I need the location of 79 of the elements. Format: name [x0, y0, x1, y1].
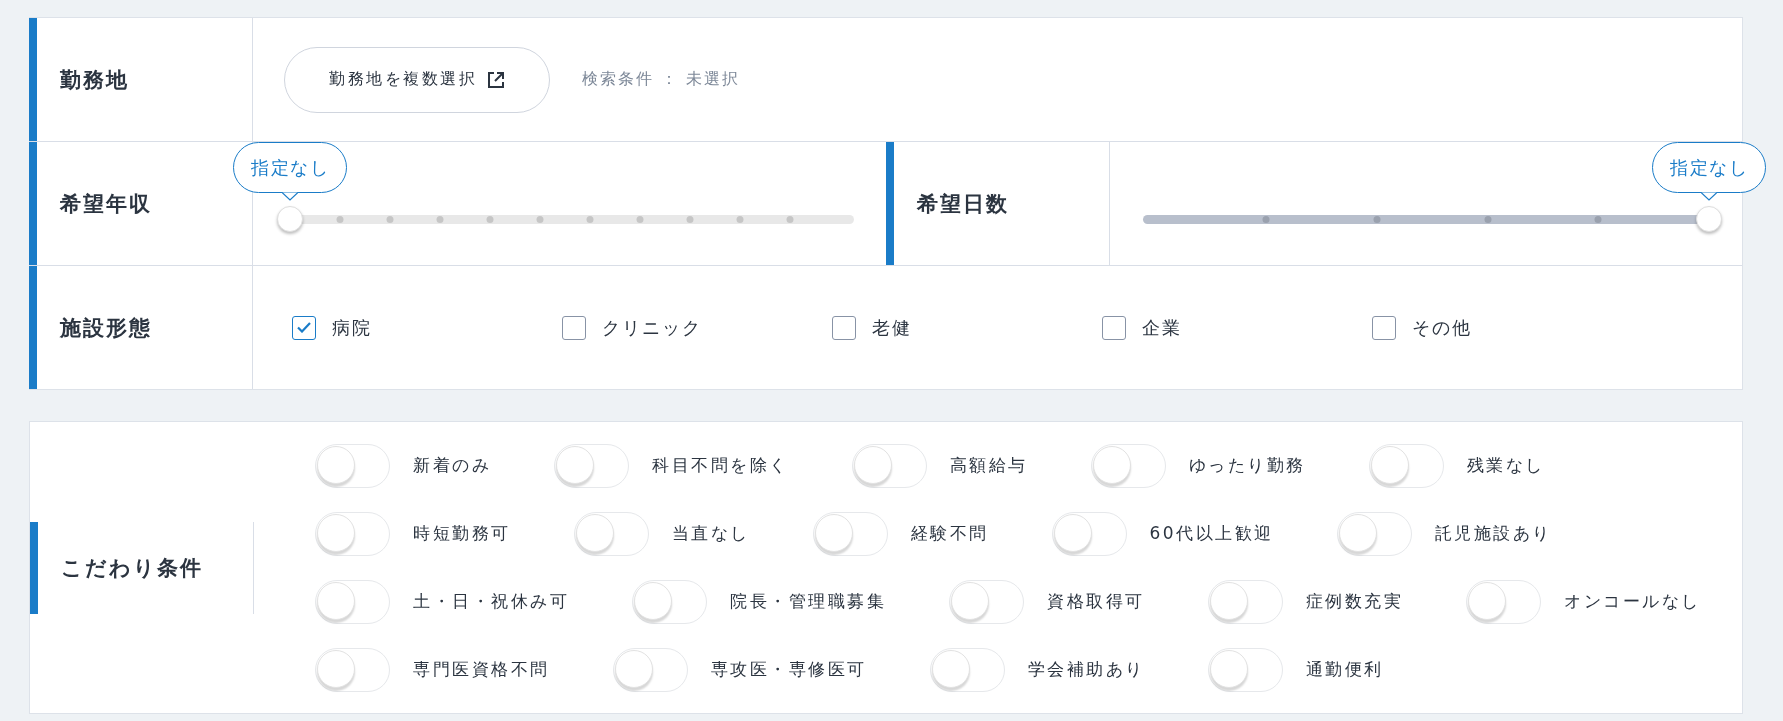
toggle-label[interactable]: 資格取得可 [1047, 590, 1145, 613]
checkbox-label[interactable]: その他 [1412, 315, 1472, 340]
toggle-switch[interactable] [1336, 511, 1412, 556]
toggle-label[interactable]: 経験不問 [910, 522, 989, 545]
toggle-label[interactable]: 新着のみ [413, 454, 491, 477]
tick-mark-icon [1262, 215, 1270, 223]
checkbox-label[interactable]: クリニック [602, 315, 702, 340]
checkbox-label[interactable]: 病院 [332, 315, 372, 340]
toggle-label[interactable]: 症例数充実 [1305, 590, 1403, 613]
slider-track[interactable] [1142, 206, 1722, 232]
section-label: こだわり条件 [61, 554, 203, 582]
tick-mark-icon [736, 215, 744, 223]
toggle-switch[interactable] [554, 443, 629, 488]
checkmark-icon [297, 322, 311, 333]
toggle-label[interactable]: オンコールなし [1564, 590, 1701, 613]
toggle-label[interactable]: 専攻医・専修医可 [710, 658, 867, 681]
multi-select-button[interactable]: 勤務地を複数選択 [284, 46, 550, 113]
checkbox[interactable] [292, 315, 316, 340]
toggle-switch[interactable] [949, 579, 1024, 624]
tick-mark-icon [386, 215, 394, 223]
checkbox-label[interactable]: 老健 [872, 315, 912, 340]
toggle-switch[interactable] [315, 443, 390, 488]
tick-mark-icon [786, 215, 794, 223]
value-tooltip: 指定なし [1652, 142, 1766, 201]
toggle-label[interactable]: ゆったり勤務 [1188, 454, 1306, 477]
tick-mark-icon [586, 215, 594, 223]
toggle-label[interactable]: 通勤便利 [1305, 658, 1384, 681]
tick-mark-icon [436, 215, 444, 223]
toggle-switch[interactable] [612, 647, 688, 692]
toggle-label[interactable]: 院長・管理職募集 [730, 590, 886, 613]
toggle-switch[interactable] [1207, 579, 1283, 624]
checkbox[interactable] [1372, 315, 1396, 340]
toggle-label[interactable]: 当直なし [671, 522, 750, 545]
toggle-label[interactable]: 時短勤務可 [413, 522, 511, 545]
toggle-label[interactable]: 専門医資格不問 [413, 658, 550, 681]
value-tooltip: 指定なし [233, 142, 347, 201]
toggle-switch[interactable] [573, 511, 649, 556]
toggle-label[interactable]: 高額給与 [949, 454, 1028, 477]
tooltip-pointer-icon [1701, 192, 1717, 201]
toggle-switch[interactable] [1090, 443, 1166, 488]
tick-mark-icon [1373, 215, 1381, 223]
slider-thumb[interactable] [1696, 206, 1722, 232]
toggle-switch[interactable] [851, 443, 927, 488]
checkbox[interactable] [562, 315, 586, 340]
toggle-label[interactable]: 残業なし [1466, 454, 1545, 477]
toggle-switch[interactable] [315, 511, 390, 556]
checkbox-label[interactable]: 企業 [1142, 315, 1182, 340]
toggle-label[interactable]: 託児施設あり [1434, 522, 1552, 545]
toggle-switch[interactable] [1368, 443, 1444, 488]
tick-mark-icon [636, 215, 644, 223]
toggle-label[interactable]: 学会補助あり [1027, 658, 1145, 681]
section-label: 勤務地 [60, 66, 129, 94]
slider-track[interactable] [277, 206, 854, 232]
toggle-switch[interactable] [1207, 647, 1283, 692]
section-label: 施設形態 [60, 314, 152, 342]
toggle-switch[interactable] [315, 647, 390, 692]
toggle-label[interactable]: 60代以上歓迎 [1149, 522, 1274, 545]
tick-mark-icon [486, 215, 494, 223]
checkbox[interactable] [1102, 315, 1126, 340]
checkbox[interactable] [832, 315, 856, 340]
tick-mark-icon [1594, 215, 1602, 223]
toggle-switch[interactable] [929, 647, 1005, 692]
section-label: 希望年収 [60, 190, 152, 218]
tick-mark-icon [536, 215, 544, 223]
slider-thumb[interactable] [277, 206, 303, 232]
tick-mark-icon [1484, 215, 1492, 223]
tooltip-pointer-icon [282, 192, 298, 201]
tick-mark-icon [336, 215, 344, 223]
section-label: 希望日数 [916, 190, 1009, 218]
toggle-label[interactable]: 科目不問を除く [652, 454, 789, 477]
toggle-switch[interactable] [812, 511, 888, 556]
search-condition-text: 検索条件 ： 未選択 [582, 69, 741, 90]
toggle-switch[interactable] [1051, 511, 1127, 556]
toggle-switch[interactable] [632, 579, 707, 624]
toggle-switch[interactable] [1466, 579, 1541, 624]
external-link-icon [487, 70, 505, 89]
toggle-label[interactable]: 土・日・祝休み可 [413, 590, 569, 613]
toggle-switch[interactable] [315, 579, 390, 624]
tick-mark-icon [686, 215, 694, 223]
